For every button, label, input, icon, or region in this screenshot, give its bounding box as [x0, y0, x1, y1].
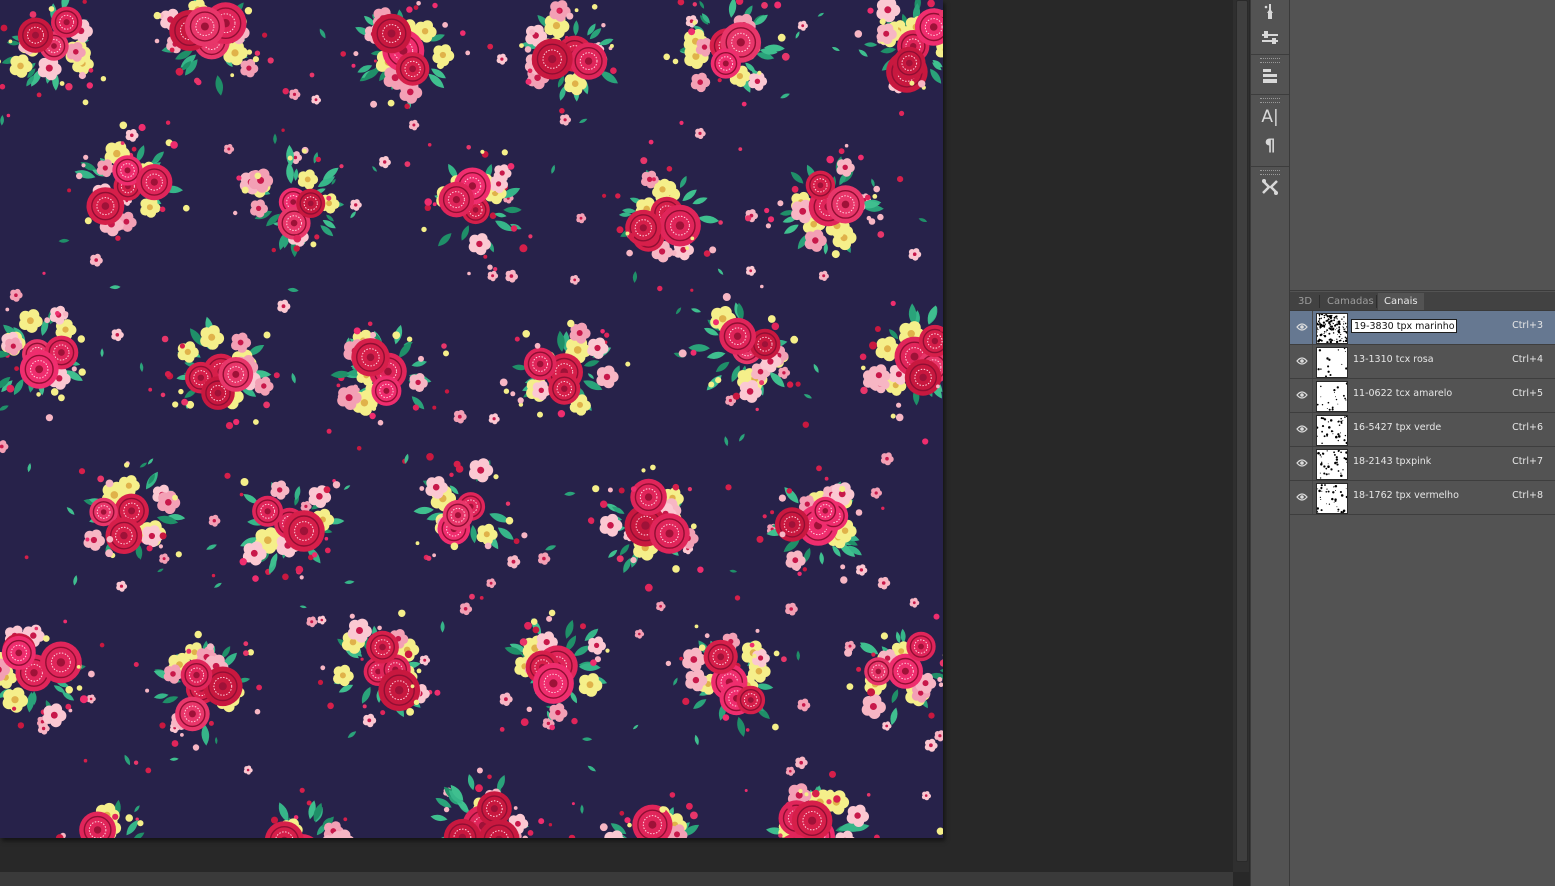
tab-3d[interactable]: 3D: [1292, 293, 1318, 310]
channel-thumbnail: [1316, 415, 1348, 446]
channel-thumbnail: [1316, 347, 1348, 378]
row-divider: [1312, 345, 1313, 378]
vertical-scrollbar[interactable]: [1233, 0, 1249, 872]
channel-name: 18-1762 tpx vermelho: [1353, 490, 1459, 501]
brush-presets-icon[interactable]: [1257, 0, 1283, 24]
tab-camadas[interactable]: Camadas: [1321, 293, 1380, 310]
character-icon[interactable]: A|: [1257, 105, 1283, 129]
channel-thumbnail: [1316, 381, 1348, 412]
visibility-eye-icon[interactable]: [1295, 320, 1309, 334]
tab-divider: [1319, 295, 1320, 308]
panel-tab-bar: 3D Camadas Canais: [1290, 292, 1555, 311]
toolstrip-divider: [1251, 166, 1289, 167]
row-divider: [1312, 447, 1313, 480]
toolstrip-grip[interactable]: [1260, 58, 1280, 63]
row-divider: [1312, 379, 1313, 412]
row-divider: [1312, 413, 1313, 446]
horizontal-scrollbar[interactable]: [0, 872, 1233, 886]
channel-row[interactable]: 16-5427 tpx verde Ctrl+6: [1290, 413, 1555, 447]
tool-presets-icon[interactable]: [1257, 175, 1283, 199]
channel-name: 11-0622 tcx amarelo: [1353, 388, 1453, 399]
channel-row[interactable]: 13-1310 tcx rosa Ctrl+4: [1290, 345, 1555, 379]
floral-pattern-image: [0, 0, 943, 838]
channel-name: 18-2143 tpxpink: [1353, 456, 1432, 467]
channel-shortcut: Ctrl+7: [1512, 456, 1543, 467]
channel-name: 16-5427 tpx verde: [1353, 422, 1442, 433]
channel-thumbnail: [1316, 313, 1348, 344]
channel-name-input[interactable]: 19-3830 tpx marinho: [1351, 319, 1457, 333]
tab-canais[interactable]: Canais: [1378, 293, 1424, 310]
paragraph-icon[interactable]: ¶: [1257, 134, 1283, 158]
vertical-scroll-thumb[interactable]: [1236, 0, 1248, 862]
channel-row[interactable]: 11-0622 tcx amarelo Ctrl+5: [1290, 379, 1555, 413]
channel-shortcut: Ctrl+5: [1512, 388, 1543, 399]
channel-thumbnail: [1316, 449, 1348, 480]
toolstrip-divider: [1251, 54, 1289, 55]
right-panel-dock: 3D Camadas Canais 19-3830 tpx marinho Ctr…: [1290, 0, 1555, 886]
row-divider: [1312, 311, 1313, 344]
visibility-eye-icon[interactable]: [1295, 354, 1309, 368]
row-divider: [1312, 481, 1313, 514]
document-canvas[interactable]: [0, 0, 943, 838]
panel-dock-toolstrip: A| ¶: [1250, 0, 1290, 886]
channel-shortcut: Ctrl+6: [1512, 422, 1543, 433]
toolstrip-divider: [1251, 94, 1289, 95]
adjustments-sliders-icon[interactable]: [1257, 26, 1283, 50]
visibility-eye-icon[interactable]: [1295, 490, 1309, 504]
tab-divider: [1376, 295, 1377, 308]
channel-thumbnail: [1316, 483, 1348, 514]
channel-shortcut: Ctrl+4: [1512, 354, 1543, 365]
visibility-eye-icon[interactable]: [1295, 388, 1309, 402]
clone-source-icon[interactable]: [1257, 64, 1283, 88]
channel-row[interactable]: 18-1762 tpx vermelho Ctrl+8: [1290, 481, 1555, 515]
upper-panel-area: [1290, 0, 1555, 291]
toolstrip-grip[interactable]: [1260, 98, 1280, 103]
channel-row[interactable]: 19-3830 tpx marinho Ctrl+3: [1290, 311, 1555, 345]
channel-shortcut: Ctrl+3: [1512, 320, 1543, 331]
channel-row[interactable]: 18-2143 tpxpink Ctrl+7: [1290, 447, 1555, 481]
document-workspace: [0, 0, 1233, 886]
channel-name: 13-1310 tcx rosa: [1353, 354, 1434, 365]
channel-shortcut: Ctrl+8: [1512, 490, 1543, 501]
visibility-eye-icon[interactable]: [1295, 456, 1309, 470]
visibility-eye-icon[interactable]: [1295, 422, 1309, 436]
